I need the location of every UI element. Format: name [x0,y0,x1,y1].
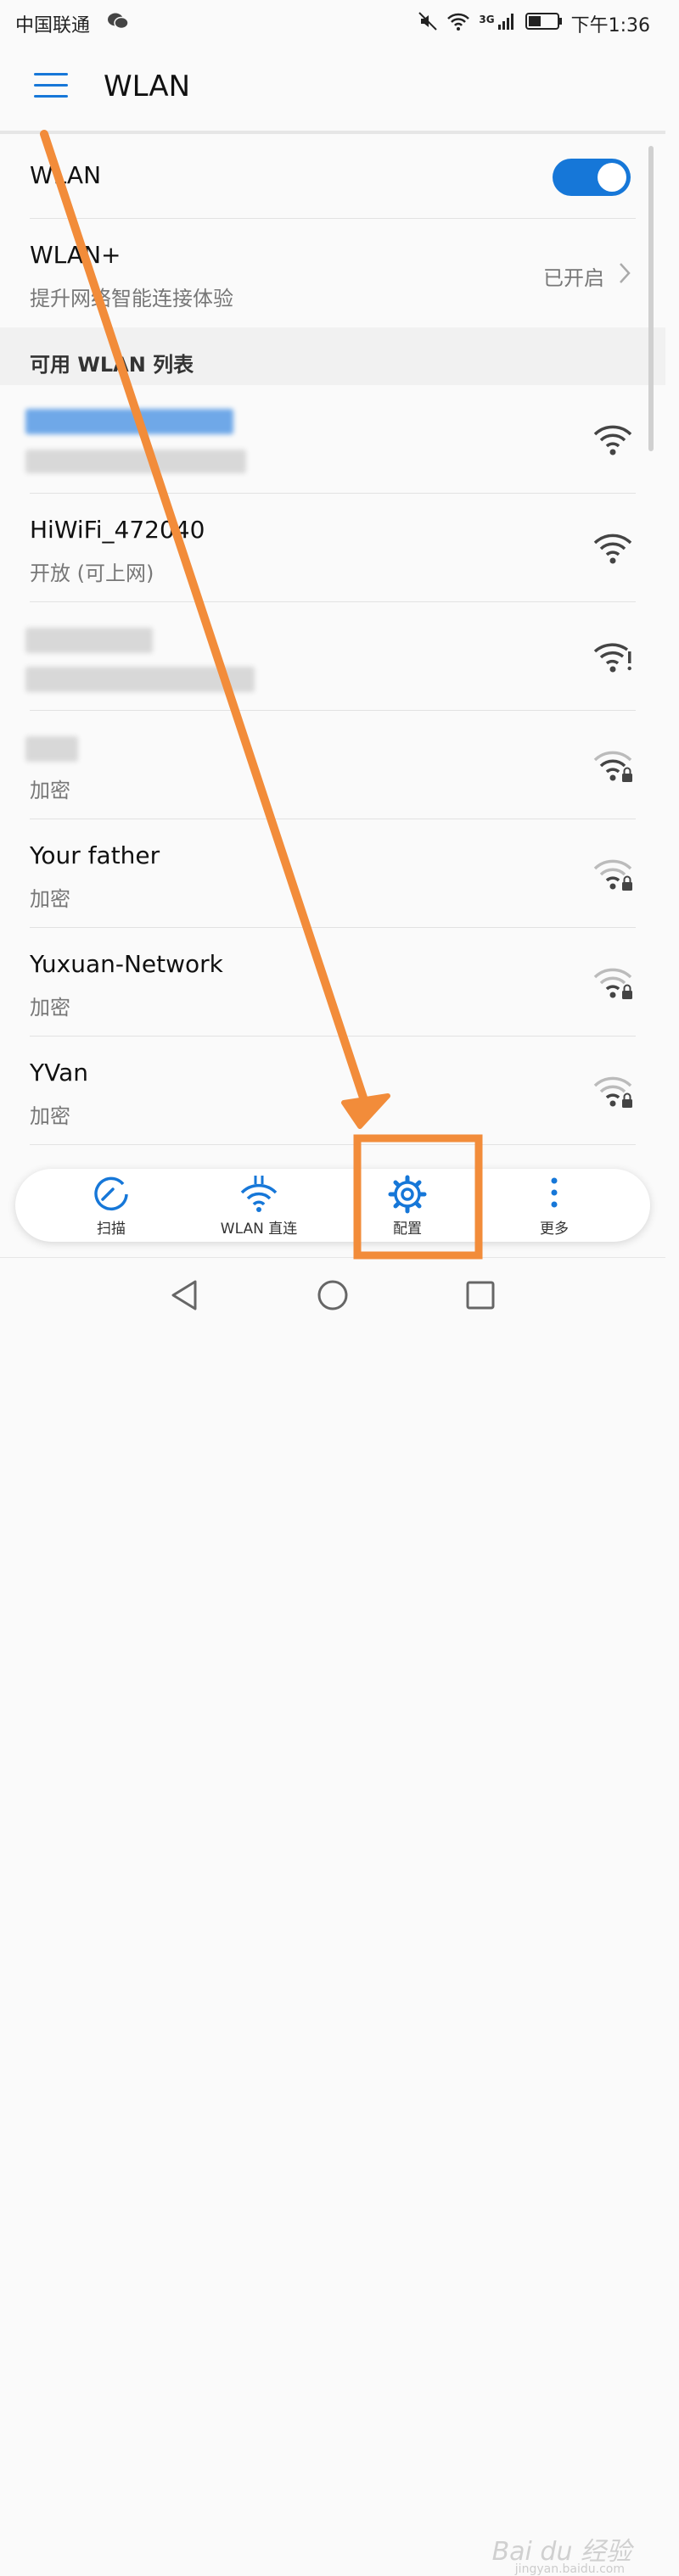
section-title: 可用 WLAN 列表 [30,353,194,377]
more-label: 更多 [540,1221,569,1238]
wifi-signal-icon [593,534,632,564]
wifi-direct-label: WLAN 直连 [220,1221,298,1238]
wifi-locked-icon [593,751,632,782]
wifi-locked-icon [593,859,632,891]
network-item[interactable]: HiWiFi_472040 开放 (可上网) [0,494,665,602]
home-icon[interactable] [314,1277,351,1314]
network-item[interactable] [0,385,665,494]
available-networks-header: 可用 WLAN 列表 [0,327,665,385]
recents-icon[interactable] [462,1277,499,1314]
configure-label: 配置 [393,1221,422,1238]
menu-icon[interactable] [34,73,68,100]
network-item[interactable]: YVan 加密 [0,1037,665,1145]
wifi-direct-icon [240,1176,278,1212]
clock: 下午1:36 [570,15,650,36]
chevron-right-icon [618,261,631,288]
network-name: YVan [30,1059,88,1087]
configure-button[interactable]: 配置 [344,1169,471,1242]
obscured-network-name [25,736,78,762]
system-nav-bar: Bai du 经验 jingyan.baidu.com [0,1257,665,2576]
wifi-direct-button[interactable]: WLAN 直连 [195,1169,323,1242]
network-detail: 加密 [30,1104,70,1128]
network-name: Your father [30,841,160,869]
scan-label: 扫描 [97,1221,126,1238]
back-icon[interactable] [166,1277,204,1314]
wifi-signal-icon [593,425,632,455]
wlan-plus-row[interactable]: WLAN+ 提升网络智能连接体验 已开启 [0,219,665,327]
wlan-plus-subtitle: 提升网络智能连接体验 [30,287,233,310]
wechat-icon [107,12,129,36]
network-detail: 加密 [30,779,70,802]
gear-icon [388,1175,427,1214]
wifi-locked-icon [593,968,632,999]
page-title: WLAN [104,70,191,103]
network-detail: 开放 (可上网) [30,562,154,585]
wlan-plus-status: 已开启 [543,266,604,290]
obscured-network-name [25,409,233,434]
wlan-plus-label: WLAN+ [30,241,121,269]
scan-icon [94,1176,128,1211]
watermark-url: jingyan.baidu.com [514,2562,625,2576]
wifi-status-icon [446,11,470,36]
network-name: HiWiFi_472040 [30,516,205,544]
obscured-network-detail [25,450,246,473]
network-item[interactable]: 加密 [0,711,665,819]
obscured-network-detail [25,667,255,692]
mute-icon [418,11,438,36]
scan-button[interactable]: 扫描 [48,1169,175,1242]
network-detail: 加密 [30,887,70,911]
wifi-warning-icon [593,643,631,673]
wlan-switch[interactable] [553,159,631,196]
network-name: Yuxuan-Network [30,950,223,978]
switch-knob [598,163,626,192]
network-type-label: 3G [479,14,495,25]
network-item[interactable]: Your father 加密 [0,819,665,928]
network-item[interactable] [0,602,665,711]
bottom-action-bar: 扫描 WLAN 直连 配置 更多 [15,1169,650,1242]
obscured-network-name [25,628,153,653]
wlan-toggle-label: WLAN [30,161,102,189]
status-bar: 中国联通 3G 下午1:36 [0,0,665,47]
carrier-label: 中国联通 [15,15,91,36]
more-vertical-icon [551,1177,558,1208]
app-bar: WLAN [0,47,665,134]
wifi-locked-icon [593,1076,632,1108]
more-button[interactable]: 更多 [491,1169,618,1242]
battery-icon [525,12,563,36]
network-item[interactable]: Yuxuan-Network 加密 [0,928,665,1037]
scrollbar[interactable] [648,146,654,451]
wlan-toggle-row[interactable]: WLAN [0,134,665,219]
status-icons: 3G 下午1:36 [418,10,650,37]
network-detail: 加密 [30,996,70,1020]
signal-icon [497,11,517,36]
